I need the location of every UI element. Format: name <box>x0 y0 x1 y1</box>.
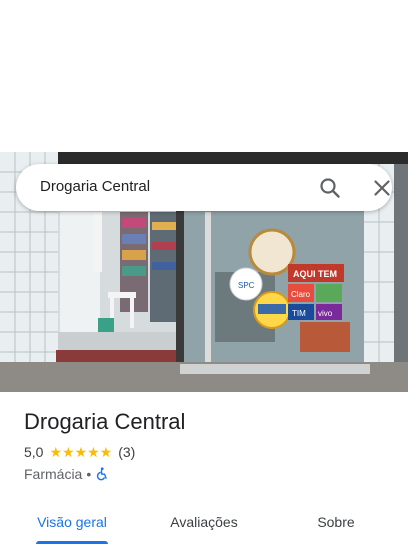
tab-bar: Visão geral Avaliações Sobre <box>0 500 408 544</box>
aqui-tem-label: AQUI TEM <box>293 269 337 279</box>
star-rating: ★★★★★ <box>49 445 112 459</box>
rating-value: 5,0 <box>24 444 44 460</box>
category-label: Farmácia <box>24 466 83 482</box>
map-blank-area <box>0 0 408 152</box>
claro-label: Claro <box>291 290 311 299</box>
close-icon[interactable] <box>370 176 394 200</box>
search-bar[interactable]: Drogaria Central <box>16 164 392 211</box>
stars-icon: ★★★★★ <box>49 444 113 460</box>
place-info-panel: Drogaria Central 5,0 ★★★★★ (3) Farmácia … <box>0 392 408 544</box>
separator-dot: • <box>86 466 92 482</box>
place-title: Drogaria Central <box>24 409 186 434</box>
tab-reviews[interactable]: Avaliações <box>148 500 260 544</box>
tim-label: TIM <box>292 309 306 318</box>
spc-label: SPC <box>238 281 255 290</box>
search-input[interactable]: Drogaria Central <box>40 178 150 196</box>
rating-row[interactable]: 5,0 ★★★★★ (3) <box>24 444 135 460</box>
vivo-label: vivo <box>318 309 333 318</box>
search-icon[interactable] <box>318 176 342 200</box>
wheelchair-icon <box>95 467 109 481</box>
review-count[interactable]: (3) <box>118 444 135 460</box>
tab-overview[interactable]: Visão geral <box>16 500 128 544</box>
tab-about[interactable]: Sobre <box>280 500 392 544</box>
category-row: Farmácia • <box>24 466 109 482</box>
